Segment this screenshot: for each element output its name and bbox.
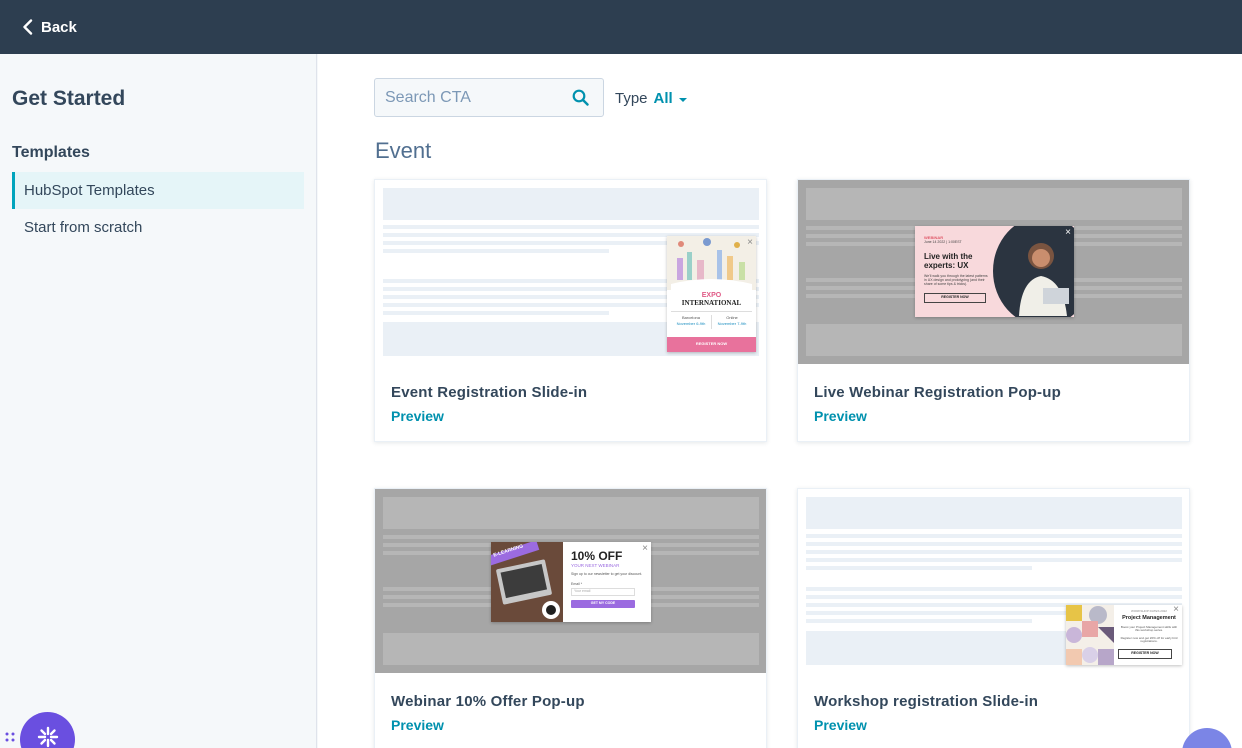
popup-line: November 7-9th <box>717 321 747 326</box>
popup-button-label: REGISTER NOW <box>695 341 728 346</box>
sidebar-section-heading: Templates <box>12 144 90 161</box>
drag-handle-icon[interactable] <box>4 729 16 745</box>
type-filter-label: Type <box>615 90 648 107</box>
popup-line: June 14 2022 | 1:00EST <box>924 240 962 244</box>
sidebar-item-start-from-scratch[interactable]: Start from scratch <box>12 209 304 246</box>
preview-link[interactable]: Preview <box>814 717 867 733</box>
template-thumbnail: E-LEARNING × 10% OFF YOUR NEXT WEBINAR S… <box>375 489 766 673</box>
close-icon: × <box>1065 227 1071 238</box>
popup-button-label: REGISTER NOW <box>1131 651 1159 655</box>
card-title: Event Registration Slide-in <box>391 384 588 401</box>
popup-body: Boost your Project Management skills wit… <box>1120 625 1178 633</box>
main-content: Type All Event <box>318 54 1242 748</box>
popup-line: November 6-9th <box>676 321 706 326</box>
popup-button-label: REGISTER NOW <box>941 295 969 299</box>
preview-link[interactable]: Preview <box>814 408 867 424</box>
sidebar-item-label: HubSpot Templates <box>24 182 155 199</box>
template-card[interactable]: × WEBINAR June 14 2022 | 1:00EST Live wi… <box>797 179 1190 442</box>
card-title: Live Webinar Registration Pop-up <box>814 384 1061 401</box>
slide-in-preview: × EXPO INTERNATIONAL Barcelona November … <box>667 236 756 352</box>
chevron-left-icon <box>22 19 33 35</box>
card-title: Webinar 10% Offer Pop-up <box>391 693 585 710</box>
popup-headline: 10% OFF <box>571 549 623 563</box>
popup-body: Register now and get 20% off for early b… <box>1120 636 1178 644</box>
popup-subhead: YOUR NEXT WEBINAR <box>571 563 620 568</box>
template-thumbnail: × EXPO INTERNATIONAL Barcelona November … <box>375 180 766 364</box>
template-card[interactable]: × EXPO INTERNATIONAL Barcelona November … <box>374 179 767 442</box>
popup-headline: Live with the experts: UX <box>924 252 973 270</box>
template-card[interactable]: × WORKSHOP DATES 2022 Project Management… <box>797 488 1190 748</box>
preview-link[interactable]: Preview <box>391 408 444 424</box>
sidebar-item-hubspot-templates[interactable]: HubSpot Templates <box>12 172 304 209</box>
search-icon[interactable] <box>572 89 589 111</box>
popup-preview: × WEBINAR June 14 2022 | 1:00EST Live wi… <box>915 226 1074 317</box>
popup-line: INTERNATIONAL <box>681 299 742 307</box>
top-bar: Back <box>0 0 1242 54</box>
back-button[interactable]: Back <box>22 19 77 36</box>
popup-line: WORKSHOP DATES 2022 <box>1131 609 1167 613</box>
sidebar: Get Started Templates HubSpot Templates … <box>0 54 317 748</box>
type-filter-dropdown[interactable]: All <box>654 90 687 107</box>
caret-down-icon <box>678 97 687 102</box>
search-box <box>374 78 604 117</box>
popup-preview: E-LEARNING × 10% OFF YOUR NEXT WEBINAR S… <box>491 542 651 622</box>
popup-line: Online <box>726 315 738 320</box>
popup-button-label: GET MY CODE <box>590 601 616 605</box>
template-thumbnail: × WEBINAR June 14 2022 | 1:00EST Live wi… <box>798 180 1189 364</box>
close-icon: × <box>747 237 753 248</box>
type-filter: Type All <box>615 90 687 107</box>
search-input[interactable] <box>385 88 565 107</box>
popup-line: Barcelona <box>681 315 700 320</box>
type-filter-value: All <box>653 90 673 107</box>
sidebar-item-label: Start from scratch <box>24 219 143 236</box>
preview-link[interactable]: Preview <box>391 717 444 733</box>
popup-field-placeholder: Your email <box>574 589 591 593</box>
sparkle-icon <box>37 726 59 748</box>
back-label: Back <box>41 18 77 36</box>
popup-body: Sign up to our newsletter to get your di… <box>571 572 643 576</box>
slide-in-preview: × WORKSHOP DATES 2022 Project Management… <box>1066 605 1182 665</box>
popup-body: We'll walk you through the latest patter… <box>924 274 988 286</box>
popup-field-label: Email * <box>571 582 583 586</box>
card-title: Workshop registration Slide-in <box>814 693 1039 710</box>
section-heading: Event <box>375 138 432 163</box>
template-thumbnail: × WORKSHOP DATES 2022 Project Management… <box>798 489 1189 673</box>
template-card[interactable]: E-LEARNING × 10% OFF YOUR NEXT WEBINAR S… <box>374 488 767 748</box>
sidebar-title: Get Started <box>12 87 126 110</box>
close-icon: × <box>642 543 648 554</box>
popup-headline: Project Management <box>1122 615 1176 621</box>
